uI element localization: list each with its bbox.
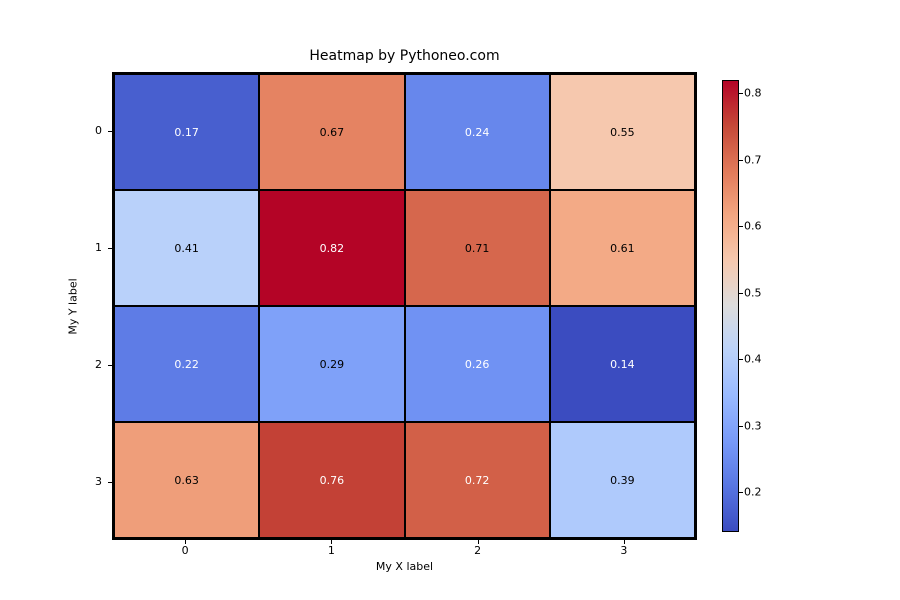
heatmap-cell: 0.61 [550,190,695,306]
colorbar-tick: 0.5 [744,286,762,299]
heatmap-cell: 0.39 [550,422,695,538]
heatmap-plot-area: 0.170.670.240.55 0.410.820.710.61 0.220.29… [112,72,697,540]
heatmap-cell: 0.67 [259,74,404,190]
heatmap-cell: 0.63 [114,422,259,538]
heatmap-cell: 0.55 [550,74,695,190]
heatmap-cell: 0.22 [114,306,259,422]
heatmap-cell: 0.41 [114,190,259,306]
heatmap-cell: 0.82 [259,190,404,306]
y-axis-label: My Y label [66,72,80,540]
colorbar-tick-labels: 0.2 0.3 0.4 0.5 0.6 0.7 0.8 [744,80,784,532]
heatmap-cell: 0.71 [405,190,550,306]
x-tick: 0 [112,544,258,557]
heatmap-cell: 0.14 [550,306,695,422]
colorbar-tick: 0.3 [744,419,762,432]
y-tick-labels: 0123 [80,72,108,540]
x-tick: 1 [258,544,404,557]
colorbar-tick: 0.8 [744,87,762,100]
x-tick: 3 [551,544,697,557]
heatmap-cell: 0.72 [405,422,550,538]
heatmap-cell: 0.76 [259,422,404,538]
colorbar-tick: 0.6 [744,220,762,233]
y-tick: 1 [80,189,108,306]
chart-title: Heatmap by Pythoneo.com [112,48,697,64]
heatmap-cell: 0.26 [405,306,550,422]
x-tick: 2 [405,544,551,557]
heatmap-grid: 0.170.670.240.55 0.410.820.710.61 0.220.29… [112,72,697,540]
heatmap-cell: 0.24 [405,74,550,190]
y-tick: 2 [80,306,108,423]
y-tick: 0 [80,72,108,189]
colorbar-tick: 0.2 [744,486,762,499]
y-tick: 3 [80,423,108,540]
heatmap-cell: 0.17 [114,74,259,190]
colorbar-tick: 0.7 [744,153,762,166]
heatmap-cell: 0.29 [259,306,404,422]
x-axis-label: My X label [112,560,697,573]
x-tick-labels: 0123 [112,544,697,557]
colorbar-tick: 0.4 [744,353,762,366]
colorbar [722,80,739,532]
